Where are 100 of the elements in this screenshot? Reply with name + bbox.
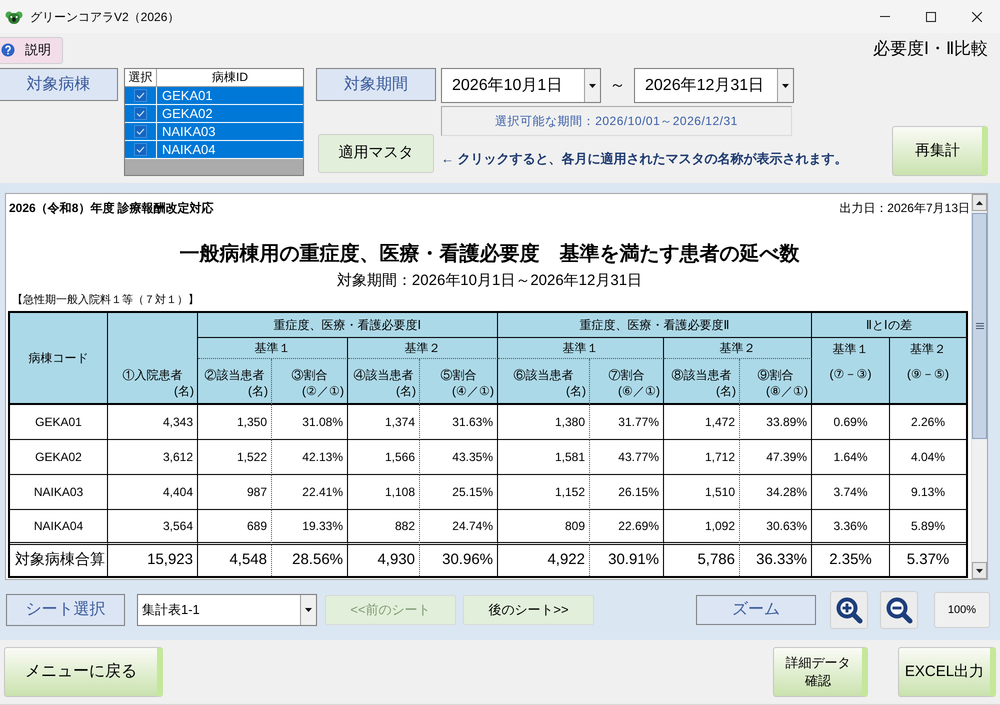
table-cell: 4,548 xyxy=(198,545,272,576)
table-cell: 1,510 xyxy=(664,475,740,510)
next-sheet-button[interactable]: 後のシート>> xyxy=(463,595,594,625)
report-edition: 2026（令和8）年度 診療報酬改定対応 xyxy=(9,200,214,217)
table-cell: 1,152 xyxy=(498,475,590,510)
available-period: 選択可能な期間：2026/10/01～2026/12/31 xyxy=(441,106,792,136)
column-header: 基準１ xyxy=(198,338,348,359)
row-header: 対象病棟合算 xyxy=(10,545,108,576)
table-cell: 882 xyxy=(348,510,420,545)
table-cell: 689 xyxy=(198,510,272,545)
end-date-dropdown[interactable]: 2026年12月31日 xyxy=(634,68,794,103)
ward-id: GEKA01 xyxy=(161,87,213,104)
checkbox[interactable] xyxy=(134,125,147,138)
scrollbar-thumb[interactable] xyxy=(972,213,987,439)
ward-row[interactable]: GEKA02 xyxy=(125,105,303,123)
zoom-label: ズーム xyxy=(696,595,816,625)
column-header: ②該当患者 xyxy=(204,367,264,383)
formula-label: (⑨－⑤) xyxy=(907,366,949,382)
table-cell: 4,343 xyxy=(108,405,198,440)
back-to-menu-button[interactable]: メニューに戻る xyxy=(4,647,163,697)
recalc-button[interactable]: 再集計 xyxy=(892,126,988,176)
row-header: NAIKA03 xyxy=(10,475,108,510)
check-icon xyxy=(136,128,145,135)
table-cell: 36.33% xyxy=(740,545,812,576)
checkbox[interactable] xyxy=(134,143,147,156)
column-header: ⑨割合 xyxy=(758,367,794,383)
table-cell: 43.77% xyxy=(590,440,664,475)
table-cell: 809 xyxy=(498,510,590,545)
caret-icon xyxy=(589,84,596,88)
column-header: ⑤割合 xyxy=(440,367,476,383)
zoom-level-button[interactable]: 100% xyxy=(934,592,990,628)
table-cell: 1,581 xyxy=(498,440,590,475)
column-header: ⑦割合 xyxy=(608,367,644,383)
unit-label: (名) xyxy=(174,383,194,399)
range-separator: ～ xyxy=(608,76,626,96)
table-cell: 26.15% xyxy=(590,475,664,510)
dropdown-button[interactable] xyxy=(300,595,316,625)
column-header: 病棟コード xyxy=(10,313,108,405)
unit-label: (名) xyxy=(566,383,586,399)
unit-label: (名) xyxy=(248,383,268,399)
sheet-dropdown[interactable]: 集計表1-1 xyxy=(137,594,317,626)
zoom-in-icon xyxy=(835,596,863,624)
table-cell: 1,712 xyxy=(664,440,740,475)
table-cell: 3,564 xyxy=(108,510,198,545)
checkbox[interactable] xyxy=(134,107,147,120)
column-header: 重症度、医療・看護必要度Ⅱ xyxy=(498,313,812,338)
table-cell: 31.63% xyxy=(420,405,498,440)
table-cell: 30.91% xyxy=(590,545,664,576)
report-category: 【急性期一般入院料１等（７対１）】 xyxy=(11,293,199,307)
table-cell: 1,374 xyxy=(348,405,420,440)
table-cell: 1,522 xyxy=(198,440,272,475)
window-title: グリーンコアラV2（2026） xyxy=(30,8,180,24)
column-header: ⅡとⅠの差 xyxy=(812,313,966,338)
caret-icon xyxy=(782,84,789,88)
minimize-icon xyxy=(880,16,890,17)
table-cell: 34.28% xyxy=(740,475,812,510)
up-arrow-icon xyxy=(976,200,983,204)
table-cell: 33.89% xyxy=(740,405,812,440)
check-icon xyxy=(136,146,145,153)
table-cell: 3.74% xyxy=(812,475,890,510)
dropdown-button[interactable] xyxy=(777,69,793,102)
column-header: 重症度、医療・看護必要度Ⅰ xyxy=(198,313,498,338)
ward-id: GEKA02 xyxy=(161,105,213,122)
table-cell: 5,786 xyxy=(664,545,740,576)
output-date: 出力日：2026年7月13日 xyxy=(839,200,970,217)
table-cell: 2.26% xyxy=(890,405,966,440)
caret-icon xyxy=(305,608,312,612)
ward-id: NAIKA04 xyxy=(161,141,216,158)
zoom-in-button[interactable] xyxy=(830,591,868,629)
table-cell: 4,404 xyxy=(108,475,198,510)
table-cell: 30.63% xyxy=(740,510,812,545)
scroll-down-button[interactable] xyxy=(972,562,987,579)
dropdown-button[interactable] xyxy=(584,69,600,102)
checkbox[interactable] xyxy=(134,89,147,102)
table-cell: 9.13% xyxy=(890,475,966,510)
unit-label: (名) xyxy=(716,383,736,399)
row-header: GEKA02 xyxy=(10,440,108,475)
table-cell: 4,930 xyxy=(348,545,420,576)
excel-export-button[interactable]: EXCEL出力 xyxy=(898,647,996,697)
check-icon xyxy=(136,92,145,99)
scroll-up-button[interactable] xyxy=(972,194,987,211)
column-header: ③割合 xyxy=(292,367,328,383)
table-cell: 1,350 xyxy=(198,405,272,440)
zoom-out-button[interactable] xyxy=(880,591,918,629)
down-arrow-icon xyxy=(976,568,983,572)
ward-label: 対象病棟 xyxy=(0,68,118,101)
unit-label: (名) xyxy=(396,383,416,399)
table-cell: 3,612 xyxy=(108,440,198,475)
close-icon xyxy=(972,12,982,22)
table-cell: 22.41% xyxy=(272,475,348,510)
help-icon xyxy=(1,43,15,57)
help-button[interactable]: 説明 xyxy=(0,36,63,64)
detail-data-button[interactable]: 詳細データ 確認 xyxy=(773,647,868,697)
table-cell: 987 xyxy=(198,475,272,510)
formula-label: (⑦－③) xyxy=(830,366,872,382)
master-button[interactable]: 適用マスタ xyxy=(318,134,434,173)
ward-row[interactable]: GEKA01 xyxy=(125,87,303,105)
start-date-dropdown[interactable]: 2026年10月1日 xyxy=(441,68,601,103)
ward-row[interactable]: NAIKA04 xyxy=(125,141,303,159)
ward-row[interactable]: NAIKA03 xyxy=(125,123,303,141)
